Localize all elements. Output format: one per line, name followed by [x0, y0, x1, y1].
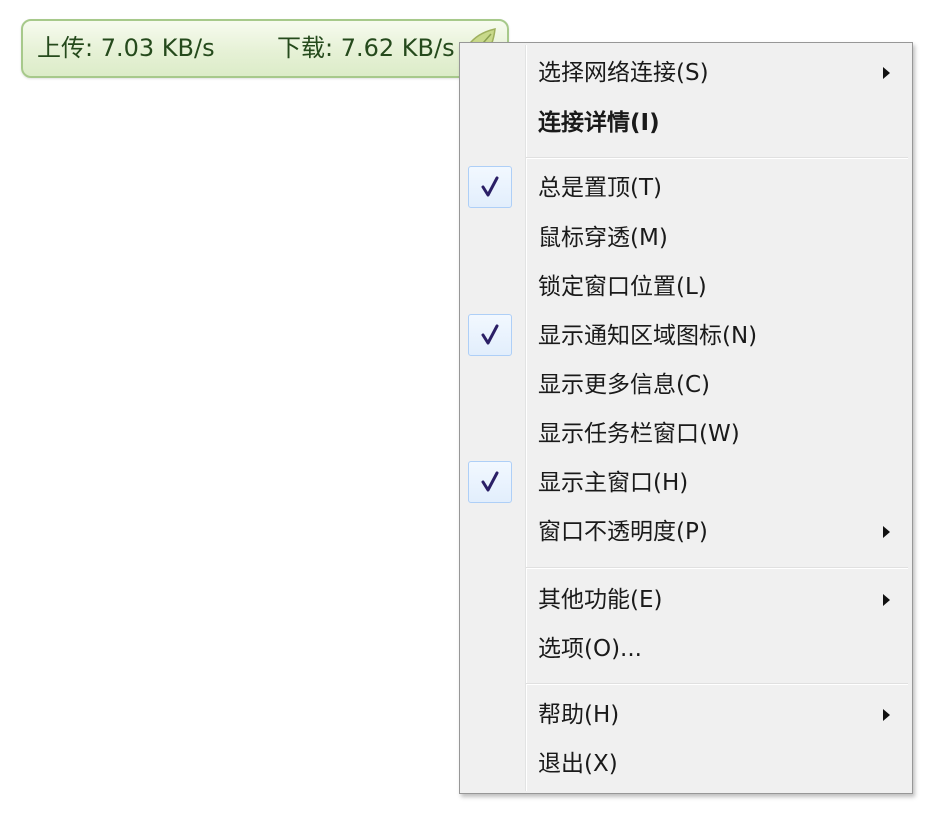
checkbox-checked	[468, 314, 512, 356]
menu-item-label: 其他功能(E)	[538, 587, 663, 613]
menu-item-window-opacity[interactable]: 窗口不透明度(P)	[462, 510, 910, 554]
menu-item-label: 连接详情(I)	[538, 110, 660, 136]
menu-item-label: 帮助(H)	[538, 702, 620, 728]
submenu-arrow-icon	[883, 594, 890, 606]
menu-item-show-more-info[interactable]: 显示更多信息(C)	[462, 363, 910, 407]
submenu-arrow-icon	[883, 67, 890, 79]
menu-item-show-taskbar-window[interactable]: 显示任务栏窗口(W)	[462, 412, 910, 456]
menu-item-mouse-passthrough[interactable]: 鼠标穿透(M)	[462, 216, 910, 260]
speed-widget[interactable]: 上传: 7.03 KB/s 下载: 7.62 KB/s	[21, 19, 509, 78]
menu-item-label: 显示主窗口(H)	[538, 470, 689, 496]
menu-item-options[interactable]: 选项(O)...	[462, 627, 910, 671]
check-icon	[481, 324, 499, 345]
submenu-arrow-icon	[883, 709, 890, 721]
menu-item-label: 显示任务栏窗口(W)	[538, 421, 740, 447]
menu-item-label: 锁定窗口位置(L)	[538, 274, 707, 300]
menu-item-label: 显示更多信息(C)	[538, 372, 711, 398]
check-icon	[481, 176, 499, 197]
menu-item-label: 退出(X)	[538, 751, 618, 777]
download-speed: 下载: 7.62 KB/s	[277, 34, 455, 62]
check-icon	[481, 471, 499, 492]
menu-separator	[526, 683, 908, 685]
menu-item-select-network[interactable]: 选择网络连接(S)	[462, 51, 910, 95]
menu-separator	[526, 567, 908, 569]
menu-item-exit[interactable]: 退出(X)	[462, 742, 910, 786]
menu-item-other-functions[interactable]: 其他功能(E)	[462, 578, 910, 622]
menu-item-show-tray-icon[interactable]: 显示通知区域图标(N)	[462, 314, 910, 358]
menu-item-label: 选项(O)...	[538, 636, 642, 662]
checkbox-checked	[468, 461, 512, 503]
menu-item-label: 显示通知区域图标(N)	[538, 323, 758, 349]
menu-item-connection-details[interactable]: 连接详情(I)	[462, 101, 910, 145]
menu-item-lock-window-position[interactable]: 锁定窗口位置(L)	[462, 265, 910, 309]
menu-item-show-main-window[interactable]: 显示主窗口(H)	[462, 461, 910, 505]
menu-item-label: 鼠标穿透(M)	[538, 225, 668, 251]
menu-item-label: 窗口不透明度(P)	[538, 519, 708, 545]
upload-speed: 上传: 7.03 KB/s	[37, 34, 215, 62]
menu-separator	[526, 157, 908, 159]
checkbox-checked	[468, 166, 512, 208]
menu-item-help[interactable]: 帮助(H)	[462, 693, 910, 737]
menu-item-label: 选择网络连接(S)	[538, 60, 709, 86]
submenu-arrow-icon	[883, 526, 890, 538]
menu-item-label: 总是置顶(T)	[538, 175, 662, 201]
menu-item-always-on-top[interactable]: 总是置顶(T)	[462, 166, 910, 210]
context-menu: 选择网络连接(S) 连接详情(I) 总是置顶(T) 鼠标穿透(M) 锁定窗口位置…	[459, 42, 913, 794]
